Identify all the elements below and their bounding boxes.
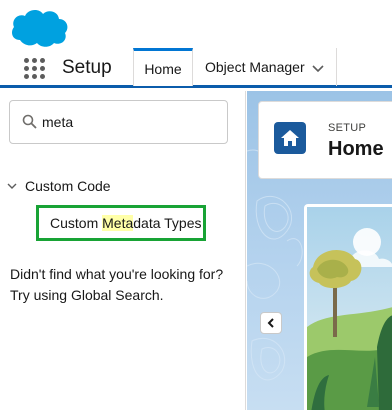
home-tile — [274, 122, 306, 154]
no-results-line1: Didn't find what you're looking for? — [10, 266, 224, 282]
quick-find-box[interactable] — [9, 100, 228, 144]
main-content: SETUP Home — [247, 91, 392, 410]
result-label-after: data Types — [133, 215, 202, 231]
no-results-line2: Try using Global Search. — [10, 287, 164, 303]
carousel-prev-button[interactable] — [260, 312, 282, 334]
landscape-illustration — [307, 207, 392, 410]
tab-home-label: Home — [144, 60, 182, 77]
chevron-down-icon[interactable] — [6, 180, 18, 192]
search-icon — [22, 114, 37, 129]
home-icon — [281, 130, 299, 146]
page-eyebrow: SETUP — [328, 122, 367, 134]
result-custom-metadata-types[interactable]: Custom Meta data Types — [36, 205, 206, 241]
quick-find-input[interactable] — [42, 111, 222, 133]
chevron-down-icon[interactable] — [312, 62, 324, 74]
page-header: SETUP Home — [258, 101, 392, 179]
chevron-left-icon — [267, 318, 274, 328]
result-label-before: Custom — [50, 215, 103, 231]
page-title: Home — [328, 138, 384, 160]
setup-sidebar: Custom Code Custom Metadata Types Didn't… — [0, 91, 246, 410]
no-results-hint: Didn't find what you're looking for? Try… — [10, 264, 223, 306]
tab-object-manager[interactable]: Object Manager — [193, 48, 337, 86]
app-launcher-icon[interactable] — [24, 58, 46, 80]
context-bar: Setup Home Object Manager — [0, 48, 392, 88]
global-header — [0, 0, 392, 48]
hero-card — [304, 204, 392, 410]
app-name: Setup — [62, 57, 112, 78]
tab-object-manager-label: Object Manager — [205, 59, 305, 75]
salesforce-logo[interactable] — [8, 6, 70, 48]
result-label-highlight: Meta — [102, 215, 134, 231]
tree-group-label: Custom Code — [25, 178, 111, 194]
tab-home[interactable]: Home — [133, 48, 193, 86]
tree-group-custom-code[interactable]: Custom Code — [6, 178, 111, 194]
